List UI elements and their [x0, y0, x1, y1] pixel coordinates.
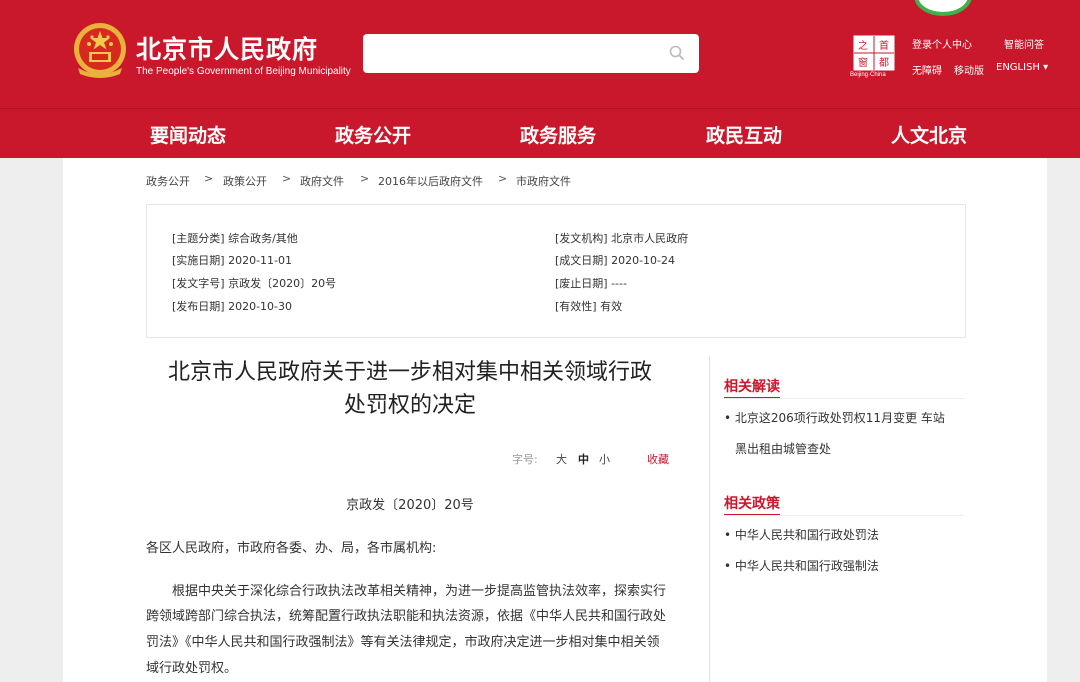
search-icon[interactable] [669, 45, 685, 61]
search-box[interactable] [363, 34, 699, 73]
site-subtitle: The People's Government of Beijing Munic… [136, 66, 351, 77]
meta-issuer: [发文机构] 北京市人民政府 [555, 232, 689, 245]
breadcrumb-separator: > [282, 172, 292, 185]
article-paragraph-line: 罚法》《中华人民共和国行政强制法》等有关法律规定，市政府决定进一步相对集中相关领 [146, 635, 660, 650]
related-reading-item[interactable]: • 北京这206项行政处罚权11月变更 车站 [724, 409, 945, 426]
nav-item-news[interactable]: 要闻动态 [150, 121, 226, 148]
sidebar-divider [709, 356, 710, 682]
smart-qa-link[interactable]: 智能问答 [1004, 36, 1044, 51]
related-policy-heading: 相关政策 [724, 496, 780, 512]
article-greeting: 各区人民政府，市政府各委、办、局，各市属机构: [146, 541, 437, 556]
nav-item-services[interactable]: 政务服务 [520, 121, 596, 148]
meta-created-date: [成文日期] 2020-10-24 [555, 254, 676, 267]
floating-service-badge[interactable] [914, 0, 972, 16]
article-paragraph-line: 根据中央关于深化综合行政执法改革相关精神，为进一步提高监管执法效率，探索实行 [172, 584, 667, 599]
document-title-line: 北京市人民政府关于进一步相对集中相关领域行政 [167, 360, 652, 385]
nav-item-government-affairs[interactable]: 政务公开 [335, 121, 411, 148]
font-size-medium-button[interactable]: 中 [578, 451, 589, 467]
search-input[interactable] [373, 42, 653, 64]
related-reading-item-continued[interactable]: 黑出租由城管查处 [735, 440, 831, 457]
font-size-large-button[interactable]: 大 [556, 451, 567, 467]
nav-item-culture[interactable]: 人文北京 [891, 121, 967, 148]
meta-validity: [有效性] 有效 [555, 300, 623, 313]
breadcrumb-separator: > [498, 172, 508, 185]
meta-effective-date: [实施日期] 2020-11-01 [172, 254, 293, 267]
breadcrumb-separator: > [204, 172, 214, 185]
breadcrumb-item[interactable]: 政府文件 [300, 173, 344, 189]
document-title: 北京市人民政府关于进一步相对集中相关领域行政 处罚权的决定 [146, 356, 674, 422]
svg-text:都: 都 [879, 57, 889, 69]
mobile-link[interactable]: 移动版 [954, 62, 984, 77]
font-size-label: 字号: [512, 453, 538, 466]
nav-item-interaction[interactable]: 政民互动 [706, 121, 782, 148]
article-paragraph-line: 域行政处罚权。 [146, 661, 238, 676]
document-title-line: 处罚权的决定 [343, 393, 476, 418]
related-policy-item[interactable]: • 中华人民共和国行政强制法 [724, 557, 879, 574]
article-paragraph-line: 跨领域跨部门综合执法，统筹配置行政执法职能和执法资源，依据《中华人民共和国行政处 [146, 609, 667, 624]
site-header: 北京市人民政府 The People's Government of Beiji… [0, 0, 1080, 108]
breadcrumb-item[interactable]: 政务公开 [146, 173, 190, 189]
meta-topic: [主题分类] 综合政务/其他 [172, 232, 298, 245]
font-size-small-button[interactable]: 小 [599, 451, 610, 467]
svg-text:首: 首 [879, 39, 889, 52]
related-policy-item[interactable]: • 中华人民共和国行政处罚法 [724, 526, 879, 543]
svg-text:之: 之 [858, 39, 868, 52]
main-nav: 要闻动态 政务公开 政务服务 政民互动 人文北京 [0, 108, 1080, 158]
favorite-button[interactable]: 收藏 [647, 451, 669, 467]
breadcrumb-item[interactable]: 市政府文件 [516, 173, 571, 189]
heading-rule [724, 398, 964, 399]
english-link[interactable]: ENGLISH ▾ [996, 62, 1048, 73]
national-emblem-icon [74, 23, 126, 78]
related-reading-heading: 相关解读 [724, 379, 780, 395]
site-title[interactable]: 北京市人民政府 [136, 30, 318, 66]
breadcrumb-item[interactable]: 2016年以后政府文件 [378, 173, 483, 189]
heading-rule [724, 515, 964, 516]
accessibility-link[interactable]: 无障碍 [912, 62, 942, 77]
document-number: 京政发〔2020〕20号 [346, 498, 474, 513]
svg-text:窗: 窗 [858, 56, 868, 69]
meta-publish-date: [发布日期] 2020-10-30 [172, 300, 293, 313]
breadcrumb-separator: > [360, 172, 370, 185]
breadcrumb-item[interactable]: 政策公开 [223, 173, 267, 189]
login-link[interactable]: 登录个人中心 [912, 36, 972, 51]
document-metadata-box [146, 204, 966, 338]
capital-logo-caption: Beijing·China [850, 72, 886, 78]
meta-repeal-date: [废止日期] ---- [555, 277, 627, 290]
meta-doc-number: [发文字号] 京政发〔2020〕20号 [172, 277, 337, 290]
